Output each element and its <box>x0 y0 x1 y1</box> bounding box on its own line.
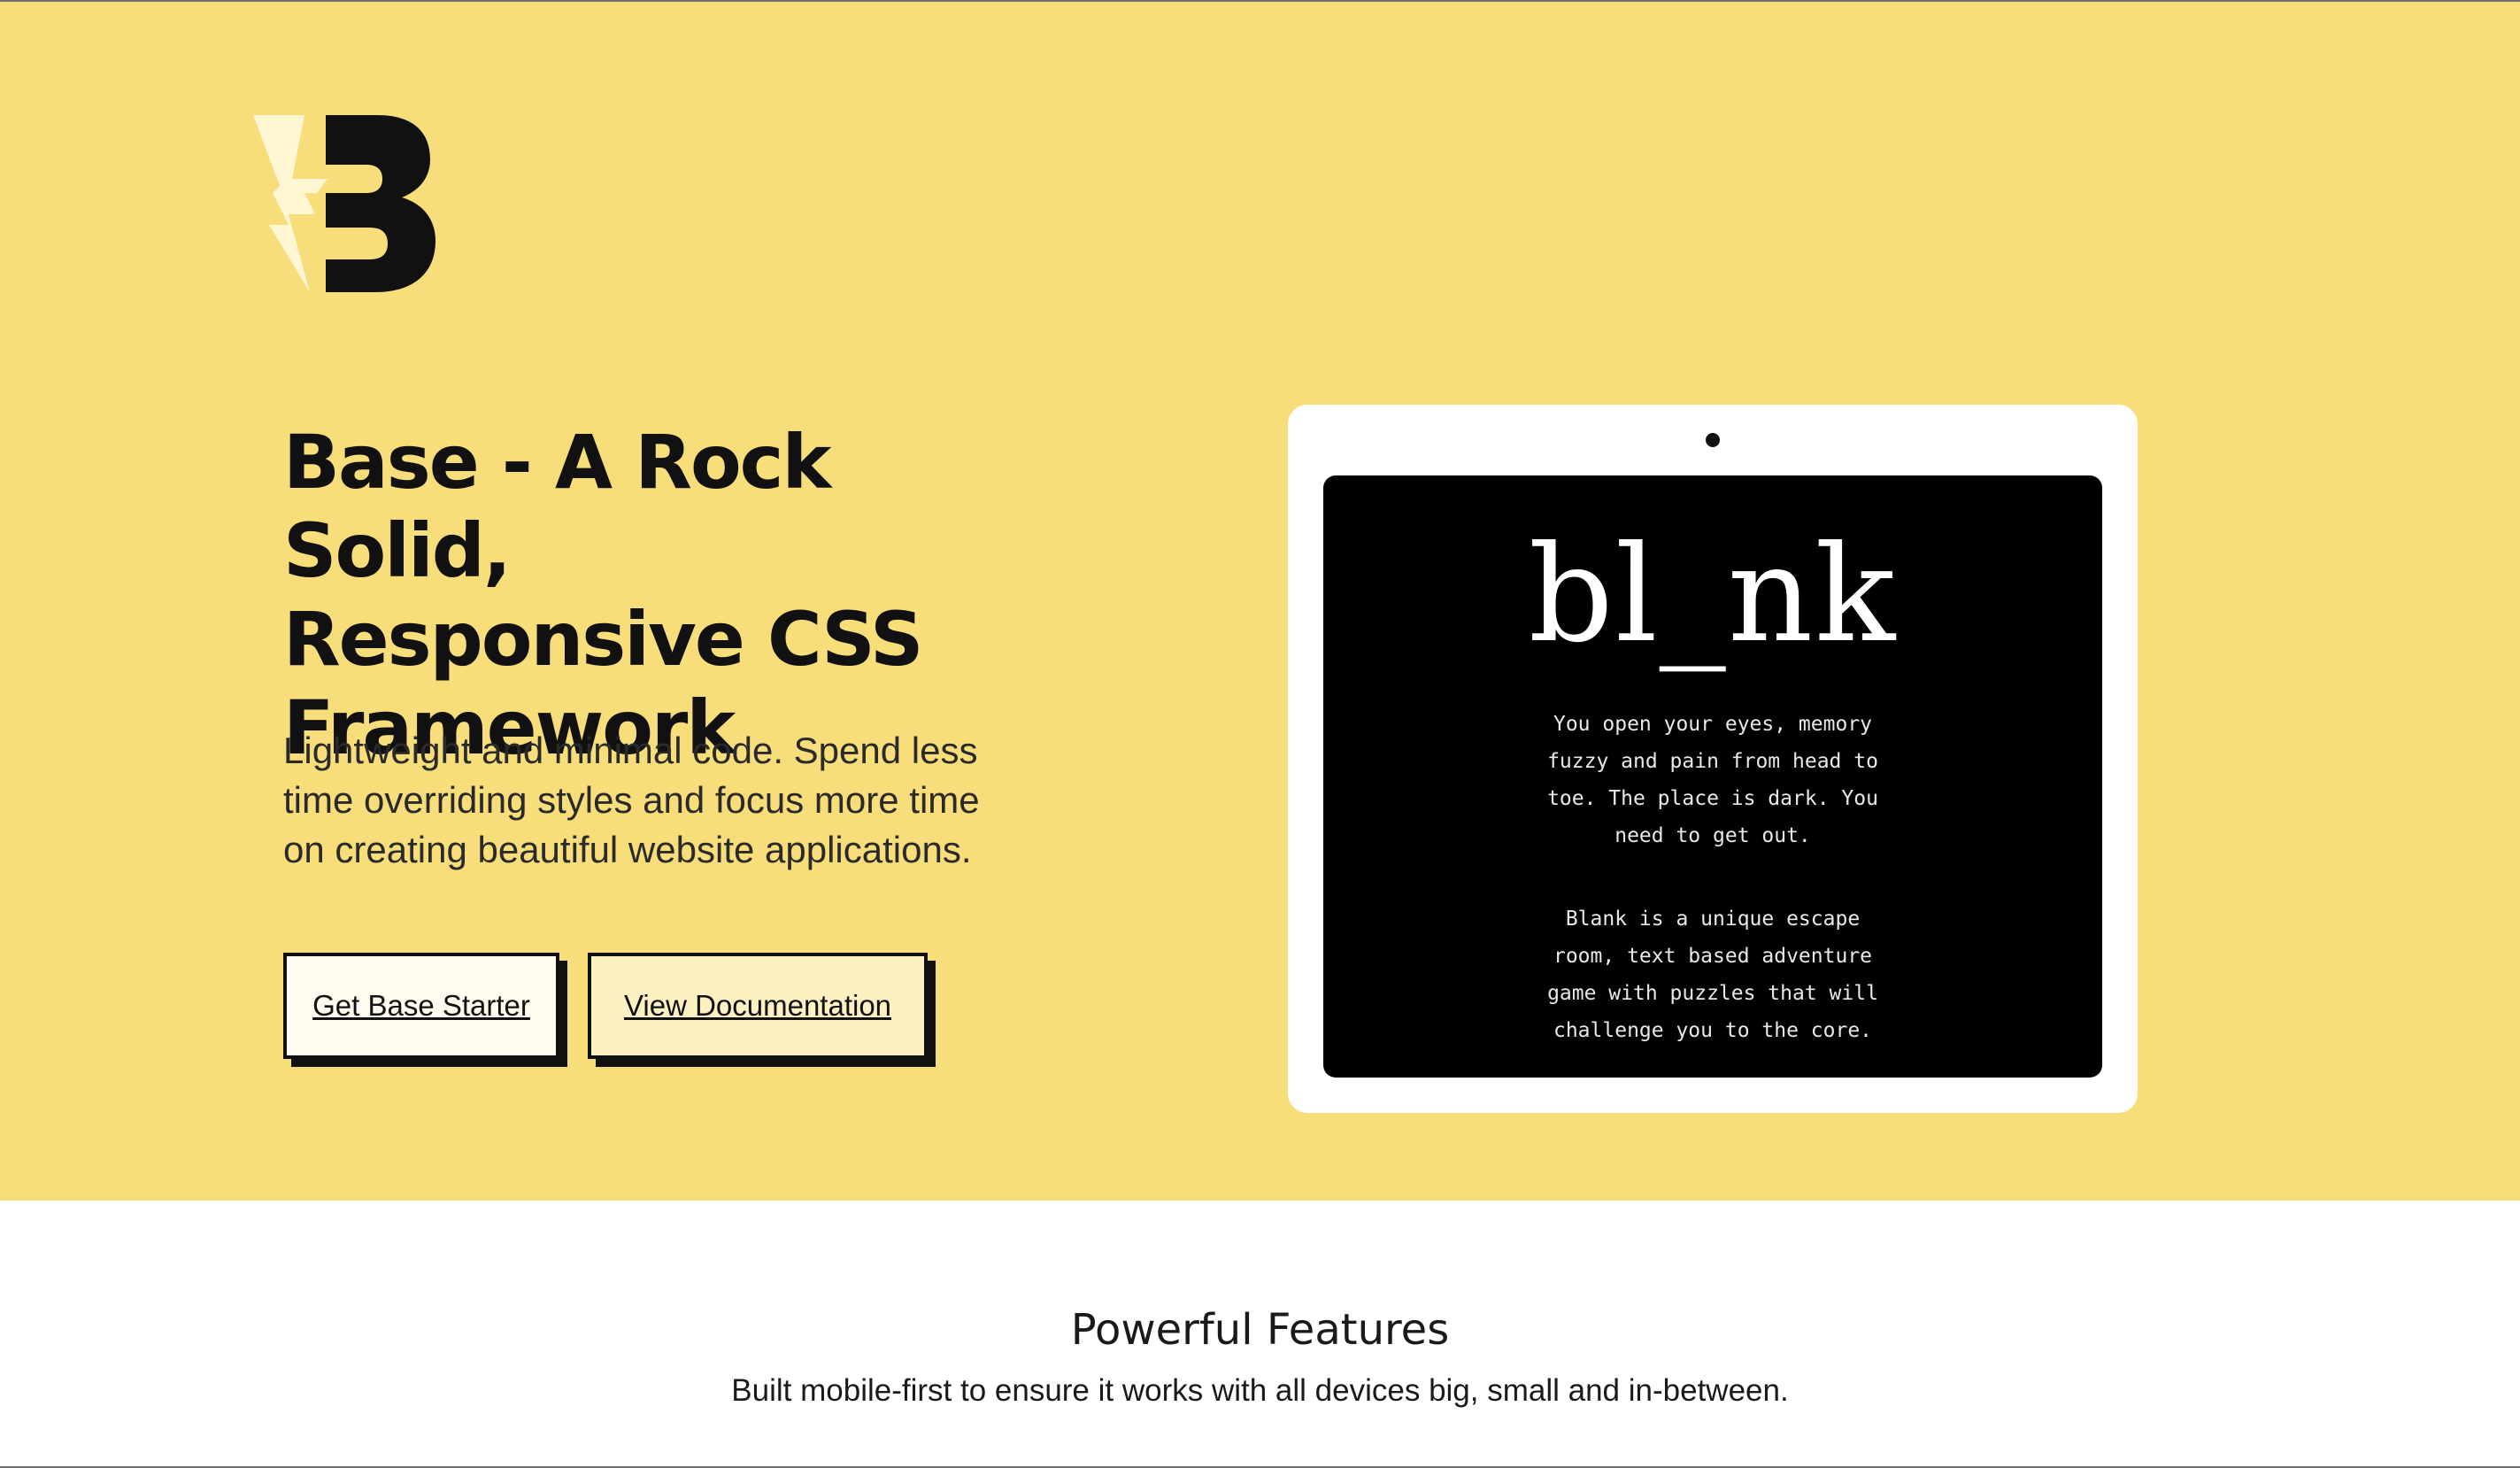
features-section: Powerful Features Built mobile-first to … <box>0 1201 2520 1466</box>
features-subtitle: Built mobile-first to ensure it works wi… <box>731 1373 1789 1408</box>
game-intro-line: fuzzy and pain from head to <box>1547 750 1878 773</box>
game-description-line: Blank is a unique escape <box>1565 908 1861 931</box>
page: Base - A Rock Solid, Responsive CSS Fram… <box>0 0 2520 1468</box>
game-description-line: room, text based adventure <box>1553 945 1873 968</box>
hero-title: Base - A Rock Solid, Responsive CSS Fram… <box>283 418 1080 772</box>
hero-section: Base - A Rock Solid, Responsive CSS Fram… <box>0 2 2520 1201</box>
game-title: bl_nk <box>1528 518 1898 672</box>
game-intro-line: You open your eyes, memory <box>1553 713 1873 736</box>
hero-subtitle-line: time overriding styles and focus more ti… <box>283 779 980 821</box>
get-base-starter-label: Get Base Starter <box>312 989 530 1022</box>
tablet-screen: bl_nk You open your eyes, memory fuzzy a… <box>1323 475 2102 1078</box>
hero-subtitle-line: on creating beautiful website applicatio… <box>283 829 972 870</box>
hero-title-line: Base - A Rock Solid, <box>283 419 831 594</box>
hero-subtitle: Lightweight and minimal code. Spend less… <box>283 726 991 875</box>
game-intro-line: toe. The place is dark. You <box>1547 787 1878 810</box>
hero-subtitle-line: Lightweight and minimal code. Spend less <box>283 730 978 771</box>
tablet-mockup: bl_nk You open your eyes, memory fuzzy a… <box>1288 405 2138 1113</box>
bolt-b-logo-icon[interactable] <box>253 115 435 292</box>
tablet-camera-icon <box>1706 433 1720 447</box>
game-intro-line: need to get out. <box>1614 824 1811 847</box>
view-documentation-button[interactable]: View Documentation <box>588 953 928 1059</box>
features-title: Powerful Features <box>1070 1305 1450 1355</box>
game-intro-paragraph: You open your eyes, memory fuzzy and pai… <box>1536 706 1890 854</box>
game-description-line: game with puzzles that will <box>1547 982 1878 1005</box>
get-base-starter-button[interactable]: Get Base Starter <box>283 953 559 1059</box>
game-description-line: challenge you to the core. <box>1553 1019 1873 1042</box>
game-description-paragraph: Blank is a unique escape room, text base… <box>1536 900 1890 1049</box>
hero-title-line: Responsive CSS <box>283 596 923 683</box>
view-documentation-label: View Documentation <box>623 989 892 1022</box>
